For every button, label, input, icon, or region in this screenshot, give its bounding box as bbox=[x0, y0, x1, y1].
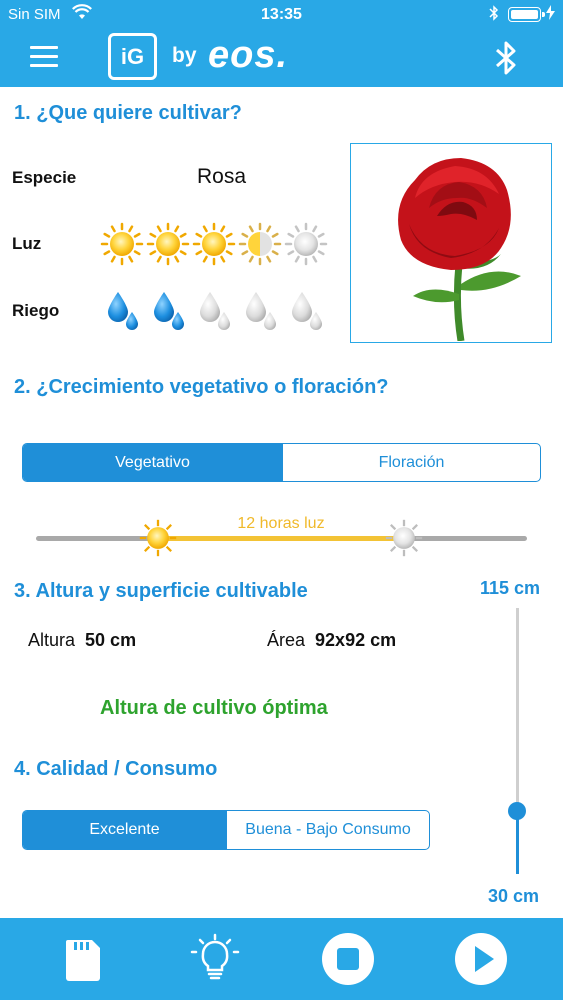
excellent-option[interactable]: Excelente bbox=[23, 811, 226, 849]
light-end-sun-icon[interactable] bbox=[384, 518, 424, 558]
sun-icon-active bbox=[100, 222, 144, 266]
growth-phase-control: Vegetativo Floración bbox=[22, 443, 541, 482]
area-value: 92x92 cm bbox=[315, 630, 397, 650]
sun-icon-active bbox=[192, 222, 236, 266]
water-drop-icon-inactive bbox=[246, 292, 276, 330]
app-header: Sin SIM 13:35 iG by eos. bbox=[0, 0, 563, 87]
vegetative-option[interactable]: Vegetativo bbox=[23, 444, 282, 481]
height-status: Altura de cultivo óptima bbox=[100, 697, 328, 719]
play-icon[interactable] bbox=[454, 932, 508, 986]
water-drop-icon-active bbox=[108, 292, 138, 330]
flowering-option[interactable]: Floración bbox=[282, 444, 540, 481]
height-label: Altura bbox=[28, 630, 76, 650]
sun-icon-active bbox=[146, 222, 190, 266]
species-value[interactable]: Rosa bbox=[197, 165, 246, 189]
section4-title: 4. Calidad / Consumo bbox=[14, 758, 218, 780]
lightbulb-icon[interactable] bbox=[188, 932, 242, 986]
logo-by: by bbox=[172, 44, 197, 67]
water-rating bbox=[100, 288, 328, 332]
section3-title: 3. Altura y superficie cultivable bbox=[14, 580, 308, 602]
water-drop-icon-inactive bbox=[292, 292, 322, 330]
sun-icon-inactive bbox=[284, 222, 328, 266]
light-hours-label: 12 horas luz bbox=[237, 515, 325, 532]
bluetooth-icon bbox=[489, 5, 499, 21]
water-drop-icon-inactive bbox=[200, 292, 230, 330]
stop-icon[interactable] bbox=[321, 932, 375, 986]
battery-icon bbox=[508, 7, 545, 22]
rose-image bbox=[350, 143, 552, 343]
light-start-sun-icon[interactable] bbox=[138, 518, 178, 558]
light-label: Luz bbox=[12, 234, 42, 253]
water-label: Riego bbox=[12, 301, 60, 320]
height-slider-fill bbox=[516, 811, 519, 874]
water-drop-icon-active bbox=[154, 292, 184, 330]
area-measure: Área 92x92 cm bbox=[267, 630, 396, 651]
clock: 13:35 bbox=[261, 6, 302, 23]
height-value: 50 cm bbox=[85, 630, 137, 650]
sd-card-icon[interactable] bbox=[56, 932, 110, 986]
logo-brand: eos. bbox=[208, 34, 289, 76]
height-slider-max-label: 115 cm bbox=[480, 578, 541, 598]
status-bar: Sin SIM 13:35 bbox=[0, 0, 563, 30]
height-slider-knob[interactable] bbox=[508, 802, 526, 820]
menu-icon[interactable] bbox=[30, 46, 58, 68]
sun-icon-active bbox=[238, 222, 282, 266]
bluetooth-icon[interactable] bbox=[494, 40, 520, 76]
quality-control: Excelente Buena - Bajo Consumo bbox=[22, 810, 430, 850]
charging-icon bbox=[546, 5, 555, 20]
species-label: Especie bbox=[12, 168, 77, 187]
section1-title: 1. ¿Que quiere cultivar? bbox=[14, 102, 242, 124]
height-measure: Altura 50 cm bbox=[28, 630, 136, 651]
low-consumption-option[interactable]: Buena - Bajo Consumo bbox=[226, 811, 429, 849]
logo-mark: iG bbox=[108, 33, 157, 80]
area-label: Área bbox=[267, 630, 306, 650]
bottom-toolbar bbox=[0, 918, 563, 1000]
height-slider-min-label: 30 cm bbox=[488, 886, 540, 906]
section2-title: 2. ¿Crecimiento vegetativo o floración? bbox=[14, 376, 389, 398]
light-hours-range bbox=[158, 536, 404, 541]
light-rating bbox=[100, 222, 328, 266]
